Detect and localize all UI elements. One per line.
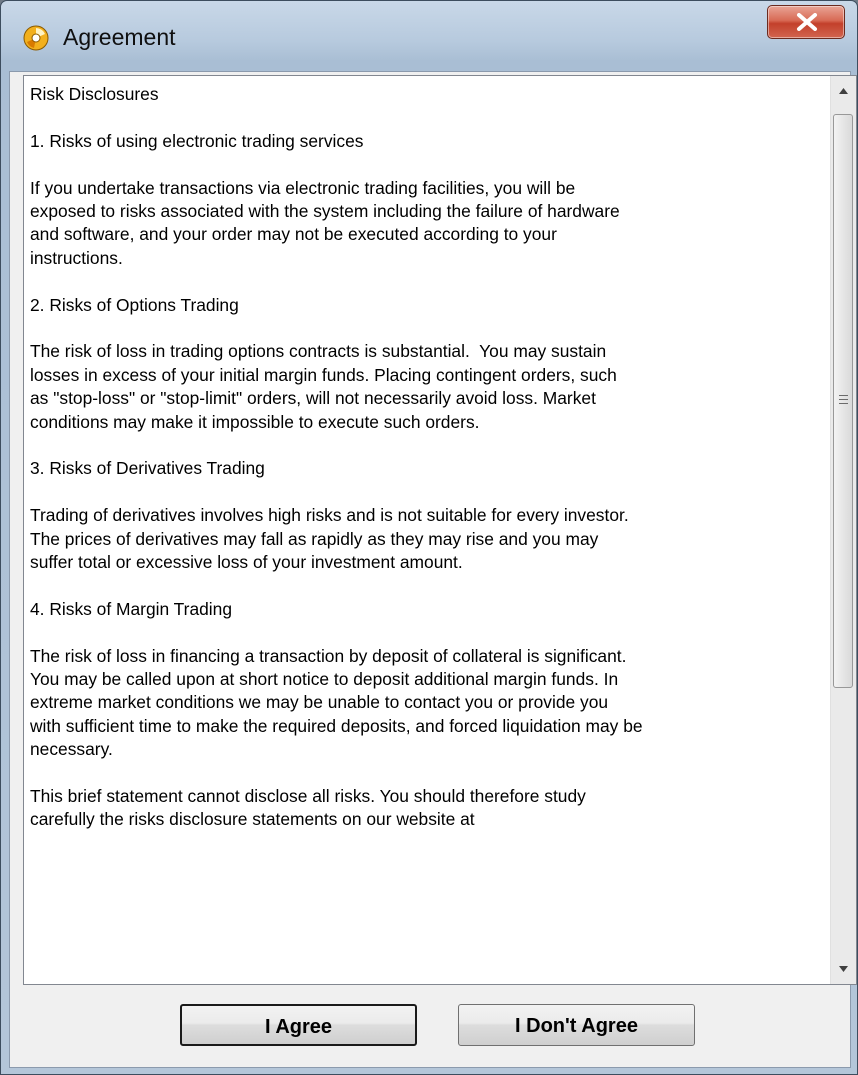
arrow-up-icon xyxy=(839,88,848,94)
agreement-paragraph: Trading of derivatives involves high ris… xyxy=(30,505,629,573)
close-icon xyxy=(797,13,817,31)
agreement-paragraph: This brief statement cannot disclose all… xyxy=(30,786,586,830)
agreement-paragraph: 2. Risks of Options Trading xyxy=(30,294,239,315)
agreement-paragraph: If you undertake transactions via electr… xyxy=(30,177,620,268)
agreement-paragraph: The risk of loss in trading options cont… xyxy=(30,341,617,432)
agreement-paragraph: The risk of loss in financing a transact… xyxy=(30,645,643,760)
scroll-down-button[interactable] xyxy=(831,954,856,984)
disagree-button[interactable]: I Don't Agree xyxy=(458,1004,695,1046)
dialog-body: Risk Disclosures 1. Risks of using electr… xyxy=(9,71,857,1068)
scroll-up-button[interactable] xyxy=(831,76,856,106)
scroll-thumb[interactable] xyxy=(833,114,853,688)
grip-icon xyxy=(839,395,848,407)
agreement-text: Risk Disclosures 1. Risks of using electr… xyxy=(24,76,830,984)
agree-button[interactable]: I Agree xyxy=(180,1004,417,1046)
agreement-paragraph: 1. Risks of using electronic trading ser… xyxy=(30,130,364,151)
arrow-down-icon xyxy=(839,966,848,972)
agreement-paragraph: Risk Disclosures xyxy=(30,84,159,104)
title-bar[interactable]: Agreement xyxy=(1,1,857,71)
vertical-scrollbar[interactable] xyxy=(830,76,856,984)
close-button[interactable] xyxy=(767,5,845,39)
agreement-textbox[interactable]: Risk Disclosures 1. Risks of using electr… xyxy=(23,75,857,985)
agreement-paragraph: 3. Risks of Derivatives Trading xyxy=(30,458,265,479)
agreement-paragraph: 4. Risks of Margin Trading xyxy=(30,598,233,619)
window-title: Agreement xyxy=(63,24,176,50)
app-logo-icon xyxy=(23,25,49,51)
agreement-window: Agreement Risk Disclosures 1. Risks of us… xyxy=(0,0,858,1075)
